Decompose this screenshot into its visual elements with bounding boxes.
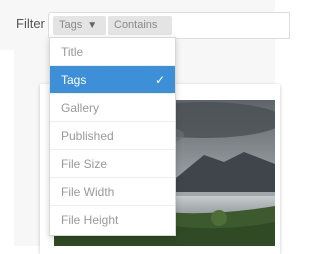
menu-item-tags[interactable]: Tags ✓ <box>50 66 175 94</box>
operator-selector-label: Contains <box>114 19 158 31</box>
checkmark-icon: ✓ <box>154 73 165 87</box>
filter-input[interactable]: Tags ▼ Contains▼ <box>48 12 290 50</box>
operator-selector-pill[interactable]: Contains▼ <box>108 16 172 50</box>
menu-item-file-width[interactable]: File Width <box>50 178 175 206</box>
field-dropdown-menu: Title Tags ✓ Gallery Published File Size … <box>49 37 176 236</box>
menu-item-file-size[interactable]: File Size <box>50 150 175 178</box>
menu-item-file-height[interactable]: File Height <box>50 206 175 234</box>
field-selector-pill[interactable]: Tags ▼ <box>53 16 106 35</box>
menu-item-published[interactable]: Published <box>50 122 175 150</box>
filter-label: Filter <box>16 16 45 31</box>
menu-item-title[interactable]: Title <box>50 38 175 66</box>
menu-item-gallery[interactable]: Gallery <box>50 94 175 122</box>
caret-down-icon: ▼ <box>87 20 98 31</box>
field-selector-label: Tags <box>59 19 83 31</box>
